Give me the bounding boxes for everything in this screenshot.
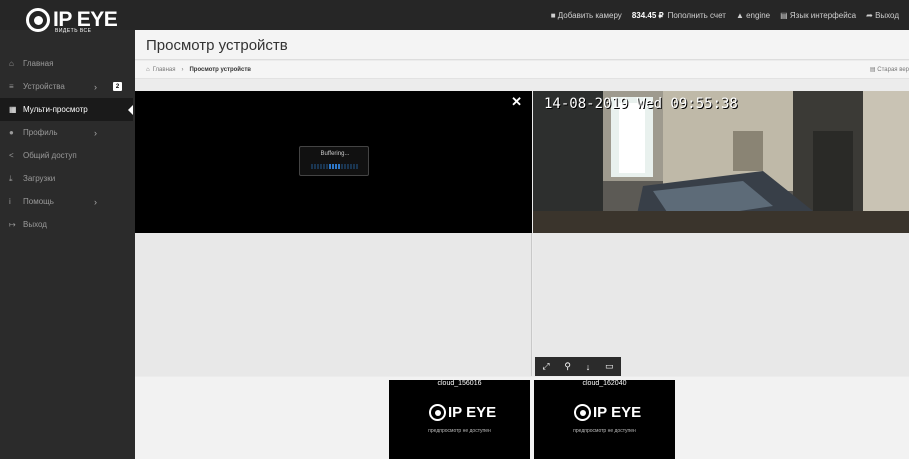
sidebar-item-sharing[interactable]: < Общий доступ bbox=[0, 144, 133, 167]
buffer-segment bbox=[350, 164, 352, 169]
home-icon: ⌂ bbox=[9, 59, 14, 68]
breadcrumb: ⌂ Главная › Просмотр устройств ▤ Старая … bbox=[135, 61, 909, 79]
breadcrumb-home[interactable]: Главная bbox=[153, 67, 176, 73]
old-version-label: Старая вер bbox=[877, 67, 909, 73]
user-icon: ● bbox=[9, 128, 14, 137]
logout-label: Выход bbox=[875, 10, 899, 20]
camera-osd-timestamp: 14-08-2019 Wed 09:55:38 bbox=[544, 96, 738, 112]
thumbnail-logo: IP EYE bbox=[574, 404, 641, 421]
thumbnail-title: cloud_162040 bbox=[582, 380, 627, 387]
language-menu[interactable]: ▤ Язык интерфейса bbox=[780, 11, 856, 20]
grid-icon: ▦ bbox=[9, 105, 17, 114]
buffer-segment bbox=[314, 164, 316, 169]
buffer-segment bbox=[335, 164, 337, 169]
thumbnail-logo: IP EYE bbox=[429, 404, 496, 421]
buffer-segment bbox=[326, 164, 328, 169]
balance-value: 834.45 ₽ bbox=[631, 10, 664, 20]
sidebar-item-label: Выход bbox=[23, 220, 47, 229]
camera-frame bbox=[533, 91, 909, 233]
sidebar-item-help[interactable]: i Помощь › bbox=[0, 190, 133, 213]
user-name: engine bbox=[746, 10, 771, 20]
user-menu[interactable]: ▲ engine bbox=[736, 11, 770, 20]
sidebar-item-label: Общий доступ bbox=[23, 151, 77, 160]
sidebar-item-multiview[interactable]: ▦ Мульти-просмотр bbox=[0, 98, 133, 121]
chevron-right-icon: › bbox=[94, 81, 97, 92]
eye-logo-icon bbox=[26, 8, 50, 32]
thumbnail-logo-text: IP EYE bbox=[448, 404, 497, 421]
top-nav: ■ Добавить камеру 834.45 ₽ Пополнить сче… bbox=[551, 0, 909, 30]
add-camera-label: Добавить камеру bbox=[557, 10, 622, 20]
list-icon: ≡ bbox=[9, 82, 14, 91]
old-version-link[interactable]: ▤ Старая вер bbox=[870, 66, 909, 73]
monitor-icon[interactable]: ▭ bbox=[605, 361, 614, 372]
buffer-segment bbox=[323, 164, 325, 169]
sidebar-item-home[interactable]: ⌂ Главная bbox=[0, 52, 133, 75]
video-player-2[interactable]: 14-08-2019 Wed 09:55:38 bbox=[533, 91, 909, 233]
page-header: Просмотр устройств bbox=[135, 30, 909, 60]
language-label: Язык интерфейса bbox=[789, 10, 857, 20]
thumbnail-note: предпросмотр не доступен bbox=[428, 428, 491, 434]
chevron-right-icon: › bbox=[94, 127, 97, 138]
camera-thumbnails: cloud_156016 IP EYE предпросмотр не дост… bbox=[135, 377, 909, 459]
exit-icon: ↦ bbox=[9, 220, 16, 229]
view-cell-1[interactable]: ✕ Buffering... bbox=[135, 91, 532, 376]
sidebar-item-devices[interactable]: ≡ Устройства › 2 bbox=[0, 75, 133, 98]
logout-link[interactable]: ➦ Выход bbox=[866, 11, 899, 20]
sidebar-item-label: Устройства bbox=[23, 82, 65, 91]
logo-text: IP EYE bbox=[53, 8, 118, 31]
top-up-link[interactable]: Пополнить счет bbox=[668, 11, 726, 20]
sidebar-item-label: Помощь bbox=[23, 197, 54, 206]
chevron-right-icon: › bbox=[181, 66, 184, 73]
camera-thumbnail[interactable]: cloud_156016 IP EYE предпросмотр не дост… bbox=[389, 380, 530, 459]
devices-count-badge: 2 bbox=[113, 82, 122, 91]
home-small-icon: ⌂ bbox=[146, 66, 150, 73]
eye-logo-icon bbox=[574, 404, 591, 421]
buffer-segment bbox=[320, 164, 322, 169]
view-cell-2[interactable]: 14-08-2019 Wed 09:55:38 bbox=[533, 91, 909, 376]
sidebar-item-label: Мульти-просмотр bbox=[23, 105, 88, 114]
zoom-icon[interactable]: ⚲ bbox=[564, 361, 571, 372]
buffer-segment bbox=[329, 164, 331, 169]
buffering-text: Buffering... bbox=[320, 151, 350, 157]
chevron-right-icon: › bbox=[94, 196, 97, 207]
sidebar-item-label: Загрузки bbox=[23, 174, 56, 183]
buffer-segment bbox=[356, 164, 358, 169]
buffering-progress bbox=[311, 164, 358, 169]
buffer-segment bbox=[332, 164, 334, 169]
logo-subtitle: ВИДЕТЬ ВСЕ bbox=[55, 28, 92, 34]
buffer-segment bbox=[347, 164, 349, 169]
sidebar-item-exit[interactable]: ↦ Выход bbox=[0, 213, 133, 236]
thumbnail-title: cloud_156016 bbox=[437, 380, 482, 387]
close-icon[interactable]: ✕ bbox=[511, 94, 522, 110]
share-icon: < bbox=[9, 151, 14, 160]
top-bar: IP EYE ■ Добавить камеру 834.45 ₽ Пополн… bbox=[0, 0, 909, 32]
info-icon: i bbox=[9, 197, 11, 206]
download-arrow-icon[interactable]: ↓ bbox=[586, 362, 591, 372]
add-camera-link[interactable]: ■ Добавить камеру bbox=[551, 11, 622, 20]
page-title: Просмотр устройств bbox=[146, 37, 288, 54]
fullscreen-icon[interactable]: ⤢ bbox=[542, 361, 549, 372]
eye-logo-icon bbox=[429, 404, 446, 421]
buffering-indicator: Buffering... bbox=[299, 146, 369, 176]
buffer-segment bbox=[311, 164, 313, 169]
buffer-segment bbox=[338, 164, 340, 169]
buffer-segment bbox=[317, 164, 319, 169]
sidebar-item-profile[interactable]: ● Профиль › bbox=[0, 121, 133, 144]
player-toolbar: ⤢ ⚲ ↓ ▭ bbox=[535, 357, 621, 376]
thumbnail-note: предпросмотр не доступен bbox=[573, 428, 636, 434]
buffer-segment bbox=[341, 164, 343, 169]
buffer-segment bbox=[353, 164, 355, 169]
sidebar-item-downloads[interactable]: ⤓ Загрузки bbox=[0, 167, 133, 190]
sidebar-item-label: Профиль bbox=[23, 128, 58, 137]
download-icon: ⤓ bbox=[9, 173, 13, 183]
sidebar-item-label: Главная bbox=[23, 59, 54, 68]
thumbnail-logo-text: IP EYE bbox=[593, 404, 642, 421]
breadcrumb-current: Просмотр устройств bbox=[189, 66, 251, 73]
buffer-segment bbox=[344, 164, 346, 169]
sidebar: ⌂ Главная ≡ Устройства › 2 ▦ Мульти-прос… bbox=[0, 52, 133, 459]
video-player-1[interactable]: ✕ Buffering... bbox=[135, 91, 532, 233]
camera-thumbnail[interactable]: cloud_162040 IP EYE предпросмотр не дост… bbox=[534, 380, 675, 459]
